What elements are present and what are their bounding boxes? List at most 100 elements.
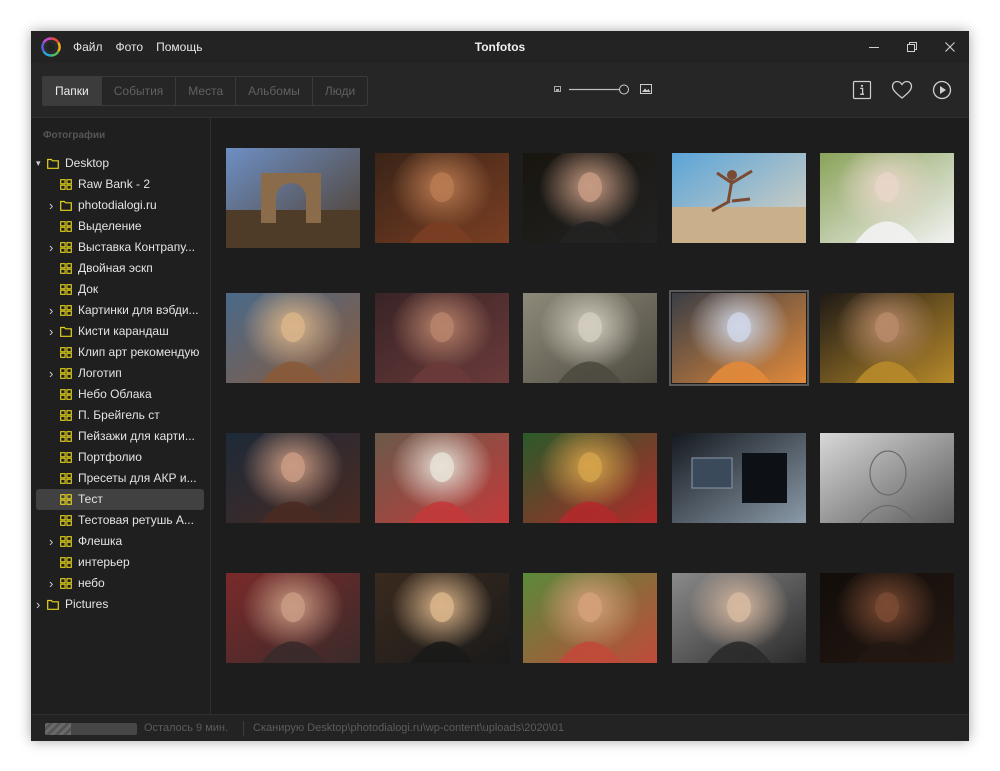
folder-item[interactable]: Портфолио — [36, 447, 204, 468]
sidebar-header: Фотографии — [43, 130, 106, 141]
photo-thumbnail[interactable] — [226, 573, 360, 663]
folder-item[interactable]: Док — [36, 279, 204, 300]
folder-label: Небо Облака — [78, 387, 152, 401]
folder-item[interactable]: › Кисти карандаш — [36, 321, 204, 342]
folder-label: Выставка Контрапу... — [78, 240, 195, 254]
folder-label: небо — [78, 576, 105, 590]
chevron-right-icon[interactable]: › — [49, 531, 57, 552]
photo-thumbnail[interactable] — [375, 293, 509, 383]
tab-events[interactable]: События — [102, 77, 177, 105]
folder-label: Кисти карандаш — [78, 324, 169, 338]
folder-item[interactable]: › небо — [36, 573, 204, 594]
minimize-icon — [869, 47, 879, 48]
folder-item[interactable]: › Картинки для вэбди... — [36, 300, 204, 321]
folder-item[interactable]: Пресеты для АКР и... — [36, 468, 204, 489]
folder-item[interactable]: П. Брейгель ст — [36, 405, 204, 426]
heart-icon — [891, 80, 913, 99]
chevron-right-icon[interactable]: › — [49, 300, 57, 321]
chevron-right-icon[interactable]: › — [49, 195, 57, 216]
folder-item[interactable]: Небо Облака — [36, 384, 204, 405]
slideshow-button[interactable] — [925, 76, 959, 104]
menu-help[interactable]: Помощь — [156, 40, 202, 54]
photo-thumbnail[interactable] — [672, 573, 806, 663]
tab-folders[interactable]: Папки — [43, 77, 102, 105]
album-icon — [60, 536, 72, 547]
chevron-right-icon[interactable]: › — [49, 573, 57, 594]
photo-thumbnail[interactable] — [669, 290, 809, 386]
view-tabs: Папки События Места Альбомы Люди — [42, 76, 369, 106]
photo-thumbnail[interactable] — [226, 433, 360, 523]
folder-item[interactable]: › Pictures — [36, 594, 204, 615]
folder-item[interactable]: Пейзажи для карти... — [36, 426, 204, 447]
album-icon — [60, 179, 72, 190]
folder-label: Клип арт рекомендую — [78, 345, 200, 359]
title-bar: Файл Фото Помощь Tonfotos — [31, 31, 969, 63]
photo-thumbnail[interactable] — [820, 153, 954, 243]
photo-thumbnail[interactable] — [375, 153, 509, 243]
tab-places[interactable]: Места — [176, 77, 237, 105]
folder-item[interactable]: › Флешка — [36, 531, 204, 552]
photo-thumbnail[interactable] — [375, 433, 509, 523]
menu-photo[interactable]: Фото — [116, 40, 144, 54]
folder-item[interactable]: › Логотип — [36, 363, 204, 384]
chevron-down-icon[interactable]: ▾ — [36, 153, 44, 174]
folder-label: Флешка — [78, 534, 123, 548]
minimize-button[interactable] — [855, 31, 893, 63]
folder-item[interactable]: Выделение — [36, 216, 204, 237]
play-icon — [932, 80, 952, 100]
chevron-right-icon[interactable]: › — [49, 237, 57, 258]
album-icon — [60, 557, 72, 568]
folder-label: Портфолио — [78, 450, 142, 464]
folder-item[interactable]: Клип арт рекомендую — [36, 342, 204, 363]
thumbnail-size-slider[interactable] — [554, 83, 654, 97]
photo-thumbnail[interactable] — [523, 153, 657, 243]
chevron-right-icon[interactable]: › — [36, 594, 44, 615]
tab-people[interactable]: Люди — [313, 77, 367, 105]
photo-thumbnail[interactable] — [672, 153, 806, 243]
folder-label: Тестовая ретушь А... — [78, 513, 194, 527]
folder-item[interactable]: Тестовая ретушь А... — [36, 510, 204, 531]
large-image-icon — [640, 84, 652, 94]
folder-item[interactable]: › Выставка Контрапу... — [36, 237, 204, 258]
folder-item[interactable]: Тест — [36, 489, 204, 510]
info-button[interactable] — [845, 76, 879, 104]
album-icon — [60, 389, 72, 400]
photo-thumbnail[interactable] — [820, 433, 954, 523]
small-image-icon — [554, 86, 561, 92]
folder-sidebar: Фотографии ▾ Desktop Raw Bank - 2 › photodia… — [31, 118, 211, 714]
folder-tree: ▾ Desktop Raw Bank - 2 › photodialogi.ru Выде… — [36, 153, 204, 615]
folder-icon — [47, 158, 59, 169]
folder-label: Raw Bank - 2 — [78, 177, 151, 191]
photo-thumbnail[interactable] — [226, 293, 360, 383]
status-divider — [243, 721, 244, 736]
chevron-right-icon[interactable]: › — [49, 321, 57, 342]
photo-thumbnail[interactable] — [523, 573, 657, 663]
folder-item[interactable]: Двойная эскп — [36, 258, 204, 279]
folder-icon — [60, 200, 72, 211]
close-button[interactable] — [931, 31, 969, 63]
folder-label: photodialogi.ru — [78, 198, 157, 212]
album-icon — [60, 368, 72, 379]
photo-thumbnail[interactable] — [523, 433, 657, 523]
photo-thumbnail[interactable] — [672, 433, 806, 523]
folder-item[interactable]: Raw Bank - 2 — [36, 174, 204, 195]
restore-button[interactable] — [893, 31, 931, 63]
tab-albums[interactable]: Альбомы — [236, 77, 313, 105]
favorite-button[interactable] — [885, 76, 919, 104]
photo-thumbnail[interactable] — [226, 148, 360, 248]
photo-thumbnail[interactable] — [820, 573, 954, 663]
folder-item[interactable]: › photodialogi.ru — [36, 195, 204, 216]
slider-thumb[interactable] — [619, 84, 629, 95]
menu-file[interactable]: Файл — [73, 40, 103, 54]
photo-thumbnail[interactable] — [820, 293, 954, 383]
photo-thumbnail[interactable] — [375, 573, 509, 663]
folder-item[interactable]: ▾ Desktop — [36, 153, 204, 174]
restore-icon — [907, 42, 917, 52]
app-window: Файл Фото Помощь Tonfotos Папки События … — [31, 31, 969, 741]
folder-item[interactable]: интерьер — [36, 552, 204, 573]
chevron-right-icon[interactable]: › — [49, 363, 57, 384]
folder-label: Desktop — [65, 156, 110, 170]
photo-thumbnail[interactable] — [523, 293, 657, 383]
album-icon — [60, 578, 72, 589]
album-icon — [60, 431, 72, 442]
